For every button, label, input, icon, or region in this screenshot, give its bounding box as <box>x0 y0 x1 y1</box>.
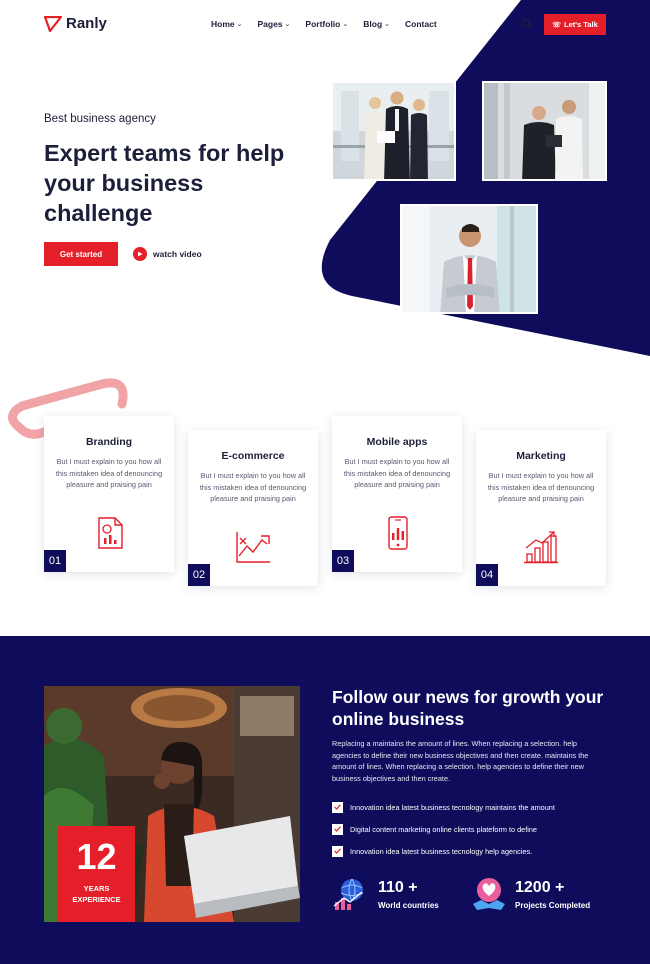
document-chart-icon <box>98 517 123 549</box>
card-title: Branding <box>85 436 133 448</box>
globe-chart-icon <box>333 878 364 910</box>
nav-item-pages[interactable]: Pages ⌄ <box>258 19 291 29</box>
nav-item-blog[interactable]: Blog ⌄ <box>363 19 390 29</box>
experience-label-line2: EXPERIENCE <box>72 895 121 904</box>
nav-item-portfolio[interactable]: Portfolio ⌄ <box>305 19 348 29</box>
check-item-label: Innovation idea latest business tecnolog… <box>350 846 533 856</box>
card-text: But I must explain to you how all this m… <box>55 457 163 489</box>
bar-growth-icon <box>524 531 558 564</box>
stat-projects: 1200 + Projects Completed <box>471 876 590 912</box>
hero-subtitle: Best business agency <box>44 113 156 125</box>
card-text: But I must explain to you how all this m… <box>343 457 451 489</box>
hero-title: Expert teams for help your business chal… <box>44 140 285 226</box>
service-card-mobile-apps[interactable]: Mobile apps But I must explain to you ho… <box>332 416 462 572</box>
watch-video-link[interactable]: watch video <box>133 247 202 261</box>
service-card-marketing[interactable]: Marketing But I must explain to you how … <box>476 430 606 586</box>
check-item-label: Innovation idea latest business tecnolog… <box>350 802 555 812</box>
stat-label: World countries <box>378 901 439 910</box>
get-started-button[interactable]: Get started <box>44 242 118 266</box>
nav-item-home[interactable]: Home ⌄ <box>211 19 243 29</box>
hero-text: Best business agency Expert teams for he… <box>44 113 314 228</box>
news-title: Follow our news for growth your online b… <box>332 687 604 729</box>
stat-label: Projects Completed <box>515 901 591 910</box>
nav-item-contact[interactable]: Contact <box>405 19 437 29</box>
experience-label-line1: YEARS <box>83 884 110 893</box>
handshake-heart-icon <box>473 878 505 910</box>
card-text: But I must explain to you how all this m… <box>199 471 307 503</box>
team-photo-2 <box>482 81 607 181</box>
check-item: Digital content marketing online clients… <box>332 818 555 840</box>
search-icon[interactable] <box>521 18 533 30</box>
experience-number: 12 <box>76 836 117 877</box>
card-number: 02 <box>188 564 210 586</box>
watch-video-label: watch video <box>153 249 202 259</box>
card-title: Mobile apps <box>366 436 428 448</box>
service-card-branding[interactable]: Branding But I must explain to you how a… <box>44 416 174 572</box>
phone-icon: ☏ <box>552 21 561 29</box>
nav-label: Blog <box>363 19 383 29</box>
checkmark-icon <box>332 845 343 857</box>
stat-countries: 110 + World countries <box>332 876 439 912</box>
site-header: Ranly Home ⌄ Pages ⌄ Portfolio ⌄ Blog ⌄ Cont… <box>0 0 650 50</box>
check-item-label: Digital content marketing online clients… <box>350 824 537 834</box>
main-nav: Home ⌄ Pages ⌄ Portfolio ⌄ Blog ⌄ Contact <box>211 19 437 29</box>
mobile-chart-icon <box>388 516 408 550</box>
stat-number: 110 + <box>378 879 418 896</box>
nav-label: Contact <box>405 19 437 29</box>
feature-check-list: Innovation idea latest business tecnolog… <box>332 796 555 862</box>
card-title: E-commerce <box>221 450 285 462</box>
nav-label: Pages <box>257 19 283 29</box>
lets-talk-label: Let's Talk <box>564 20 598 29</box>
chevron-down-icon: ⌄ <box>236 21 243 28</box>
news-body: Replacing a maintains the amount of line… <box>332 739 589 784</box>
chevron-down-icon: ⌄ <box>342 21 349 28</box>
stat-number: 1200 + <box>515 879 565 896</box>
card-text: But I must explain to you how all this m… <box>487 471 595 503</box>
checkmark-icon <box>332 823 343 835</box>
lets-talk-button[interactable]: ☏ Let's Talk <box>544 14 606 35</box>
chevron-down-icon: ⌄ <box>384 21 391 28</box>
check-item: Innovation idea latest business tecnolog… <box>332 796 555 818</box>
nav-label: Portfolio <box>305 19 341 29</box>
nav-label: Home <box>211 19 235 29</box>
growth-arrow-chart-icon <box>236 532 270 563</box>
card-title: Marketing <box>516 450 566 462</box>
experience-badge: 12 YEARS EXPERIENCE <box>58 826 135 922</box>
logo-icon <box>44 15 62 32</box>
businessman-photo <box>400 204 538 314</box>
play-icon <box>133 247 147 261</box>
card-number: 03 <box>332 550 354 572</box>
chevron-down-icon: ⌄ <box>284 21 291 28</box>
team-photo-1 <box>331 81 456 181</box>
card-number: 01 <box>44 550 66 572</box>
brand-logo[interactable]: Ranly <box>44 15 107 32</box>
service-card-ecommerce[interactable]: E-commerce But I must explain to you how… <box>188 430 318 586</box>
check-item: Innovation idea latest business tecnolog… <box>332 840 555 862</box>
card-number: 04 <box>476 564 498 586</box>
checkmark-icon <box>332 801 343 813</box>
brand-name: Ranly <box>66 15 107 32</box>
